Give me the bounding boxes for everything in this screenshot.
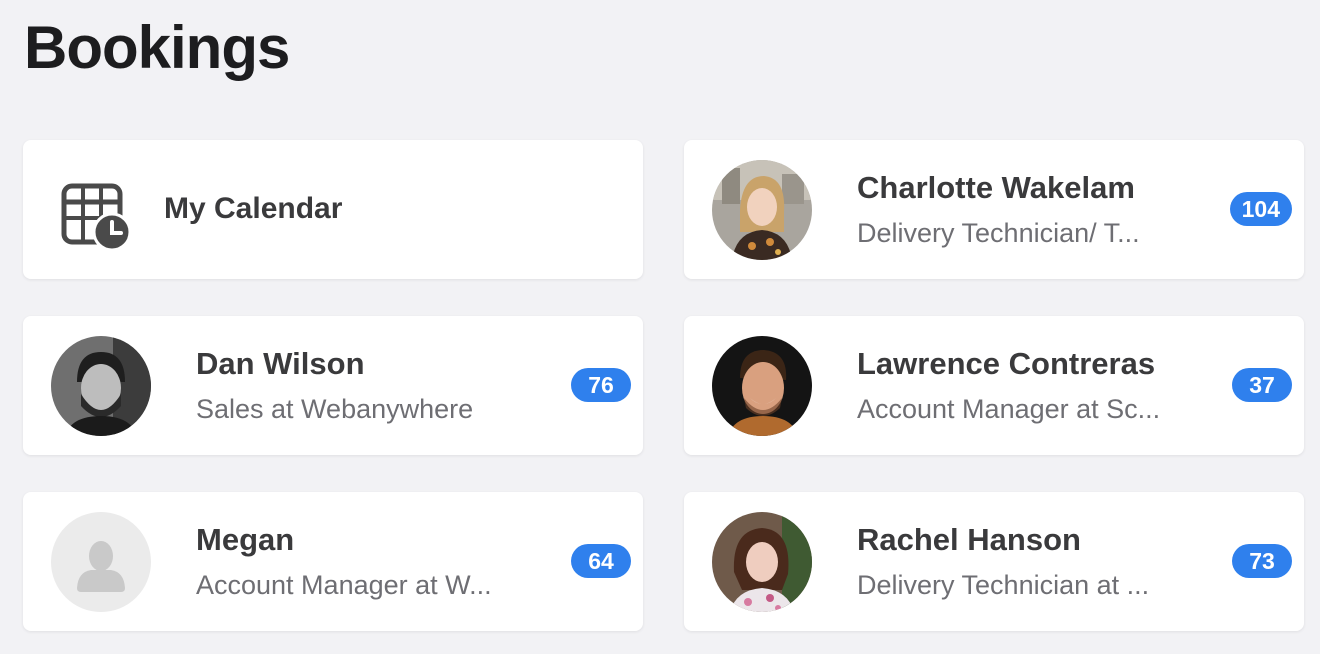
person-card-rachel-hanson[interactable]: Rachel Hanson Delivery Technician at ...…	[684, 492, 1304, 631]
booking-count-badge: 76	[571, 368, 631, 402]
booking-count-badge: 104	[1229, 192, 1292, 226]
person-card-charlotte[interactable]: Charlotte Wakelam Delivery Technician/ T…	[684, 140, 1304, 279]
booking-count-badge: 37	[1232, 368, 1292, 402]
my-calendar-label: My Calendar	[164, 192, 343, 225]
person-name: Megan	[196, 522, 295, 557]
person-role: Sales at Webanywhere	[196, 394, 474, 424]
person-card-megan[interactable]: Megan Account Manager at W... 64	[23, 492, 643, 631]
avatar	[712, 160, 812, 260]
avatar	[712, 512, 812, 612]
my-calendar-card[interactable]: My Calendar	[23, 140, 643, 279]
booking-count-badge: 73	[1232, 544, 1292, 578]
person-name: Charlotte Wakelam	[857, 170, 1135, 205]
avatar-placeholder	[51, 512, 151, 612]
person-name: Lawrence Contreras	[857, 346, 1156, 381]
avatar	[51, 336, 151, 436]
avatar	[712, 336, 812, 436]
bookings-grid: My Calendar Charlotte Wakelam Delivery T…	[0, 0, 1320, 654]
calendar-clock-icon	[61, 183, 131, 252]
person-card-lawrence-contreras[interactable]: Lawrence Contreras Account Manager at Sc…	[684, 316, 1304, 455]
person-role: Account Manager at W...	[196, 570, 492, 600]
person-role: Delivery Technician at ...	[857, 570, 1150, 600]
person-role: Account Manager at Sc...	[857, 394, 1161, 424]
person-placeholder-icon	[51, 512, 151, 612]
person-role: Delivery Technician/ T...	[857, 218, 1140, 248]
person-card-dan-wilson[interactable]: Dan Wilson Sales at Webanywhere 76	[23, 316, 643, 455]
person-name: Dan Wilson	[196, 346, 365, 381]
booking-count-badge: 64	[571, 544, 631, 578]
person-name: Rachel Hanson	[857, 522, 1081, 557]
